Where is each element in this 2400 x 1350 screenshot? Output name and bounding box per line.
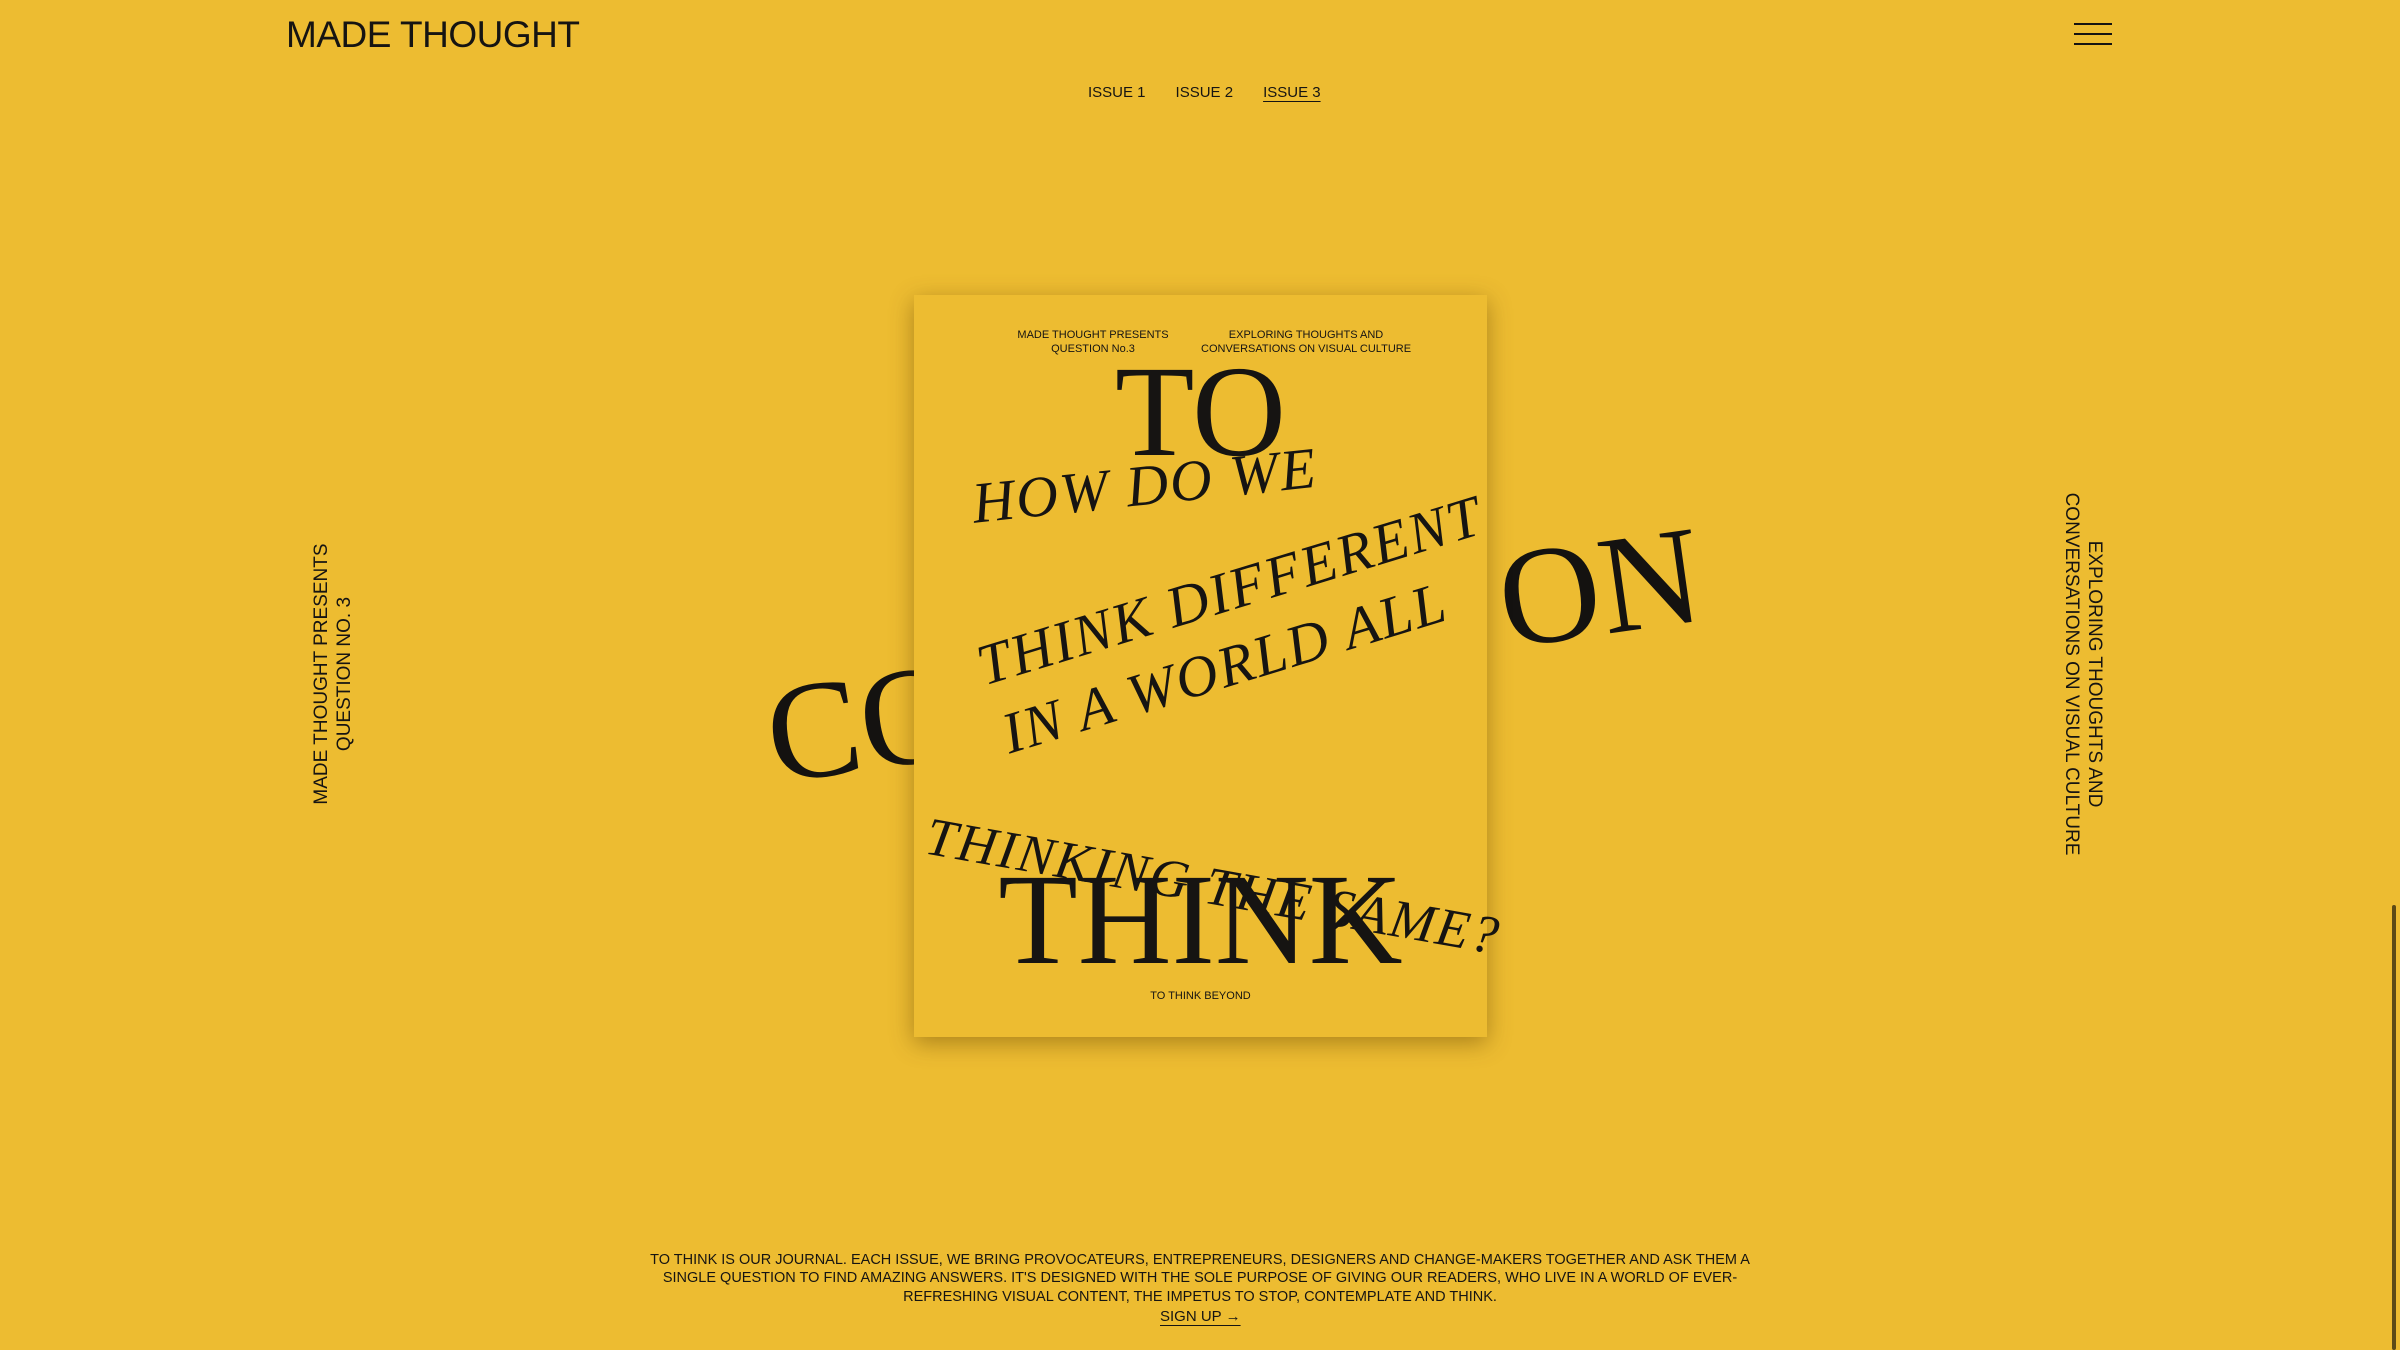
issue-2-link[interactable]: ISSUE 2 [1176, 84, 1234, 101]
side-caption-right: EXPLORING THOUGHTS AND CONVERSATIONS ON … [2060, 493, 2106, 856]
signup-link[interactable]: SIGN UP → [1160, 1308, 1241, 1325]
side-caption-left: MADE THOUGHT PRESENTS QUESTION NO. 3 [310, 543, 356, 804]
page-scrollbar[interactable] [2392, 905, 2396, 1350]
journal-cover[interactable]: MADE THOUGHT PRESENTS QUESTION No.3 EXPL… [914, 295, 1505, 1037]
issue-3-link[interactable]: ISSUE 3 [1263, 84, 1321, 101]
side-right-line-1: EXPLORING THOUGHTS AND [2084, 540, 2105, 808]
background-word-right: ON [1488, 496, 1711, 679]
cover-title-think: THINK [998, 848, 1403, 992]
hamburger-menu-icon[interactable] [2074, 23, 2112, 45]
side-right-line-2: CONVERSATIONS ON VISUAL CULTURE [2061, 492, 2082, 856]
journal-description: TO THINK IS OUR JOURNAL. EACH ISSUE, WE … [650, 1251, 1750, 1305]
side-left-line-2: QUESTION NO. 3 [334, 596, 355, 752]
issue-nav: ISSUE 1 ISSUE 2 ISSUE 3 [1088, 84, 1321, 101]
issue-1-link[interactable]: ISSUE 1 [1088, 84, 1146, 101]
site-logo[interactable]: MADE THOUGHT [286, 14, 580, 56]
cover-footer: TO THINK BEYOND [1150, 990, 1251, 1002]
side-left-line-1: MADE THOUGHT PRESENTS [311, 543, 332, 805]
